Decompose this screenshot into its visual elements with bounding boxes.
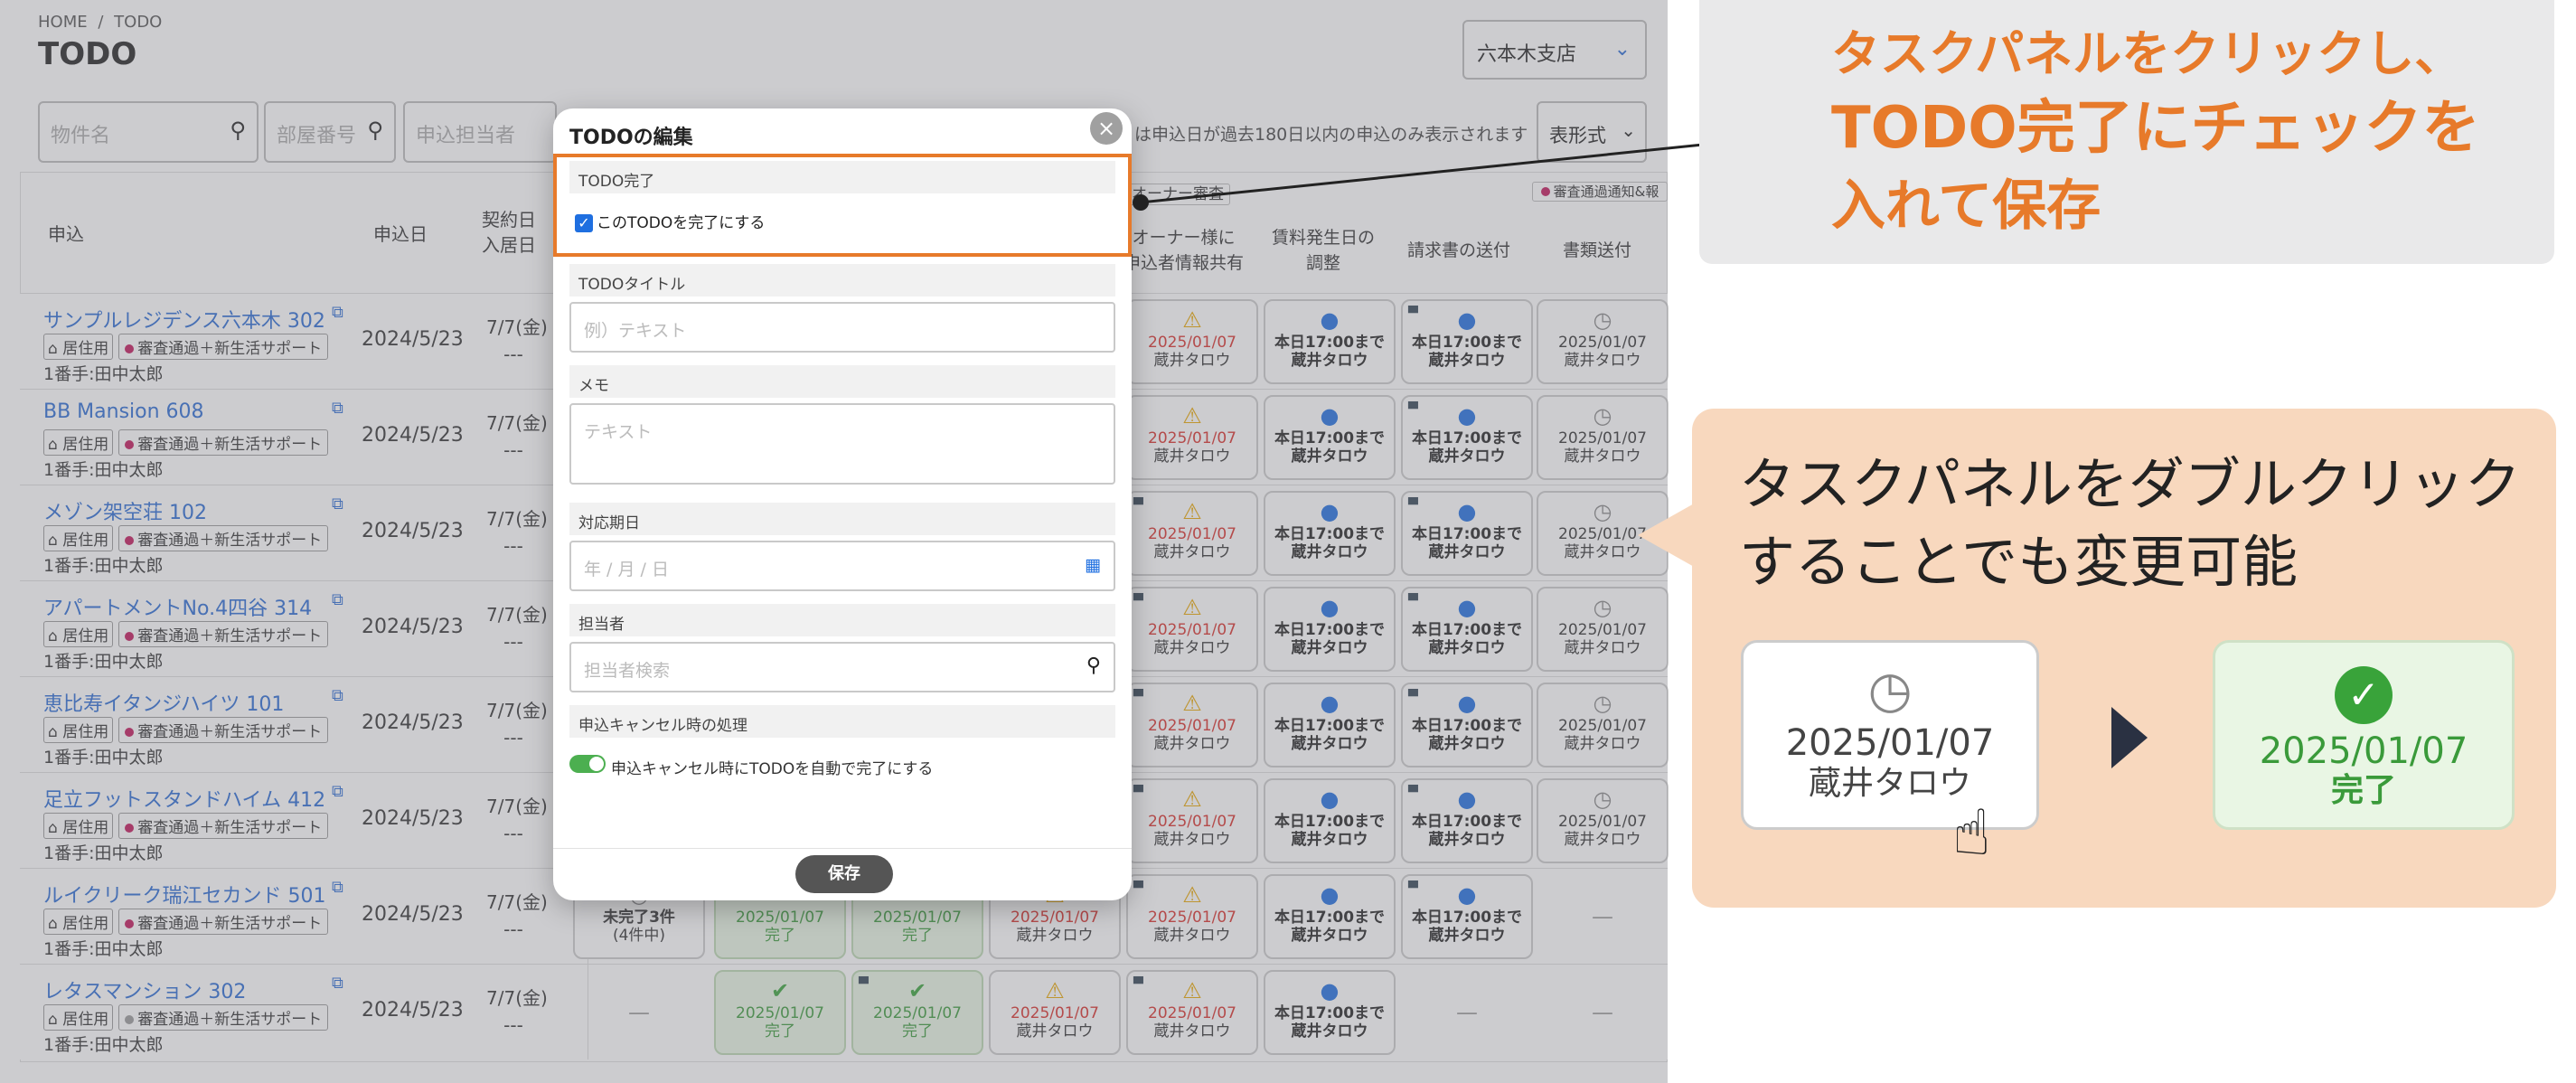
callout-2-line-1: タスクパネルをダブルクリック <box>1739 451 2521 517</box>
clock-icon: ◷ <box>1867 661 1913 720</box>
example-card-after: ✓ 2025/01/07 完了 <box>2213 640 2515 830</box>
before-name: 蔵井タロウ <box>1808 765 1971 802</box>
callout-1-line-3: 入れて保存 <box>1831 174 2101 238</box>
callout-pointer <box>1638 503 1696 568</box>
after-date: 2025/01/07 <box>2259 730 2468 772</box>
pointer-hand-icon: ☝ <box>1952 796 1991 870</box>
before-date: 2025/01/07 <box>1785 722 1995 764</box>
callout-1-line-2: TODO完了にチェックを <box>1831 95 2480 162</box>
callout-1-line-1: タスクパネルをクリックし、 <box>1831 25 2464 82</box>
callout-2-line-2: することでも変更可能 <box>1739 529 2299 595</box>
example-card-before: ◷ 2025/01/07 蔵井タロウ <box>1741 640 2039 830</box>
after-label: 完了 <box>2330 772 2396 809</box>
check-circle-icon: ✓ <box>2335 666 2393 724</box>
arrow-right-icon <box>2111 707 2148 768</box>
